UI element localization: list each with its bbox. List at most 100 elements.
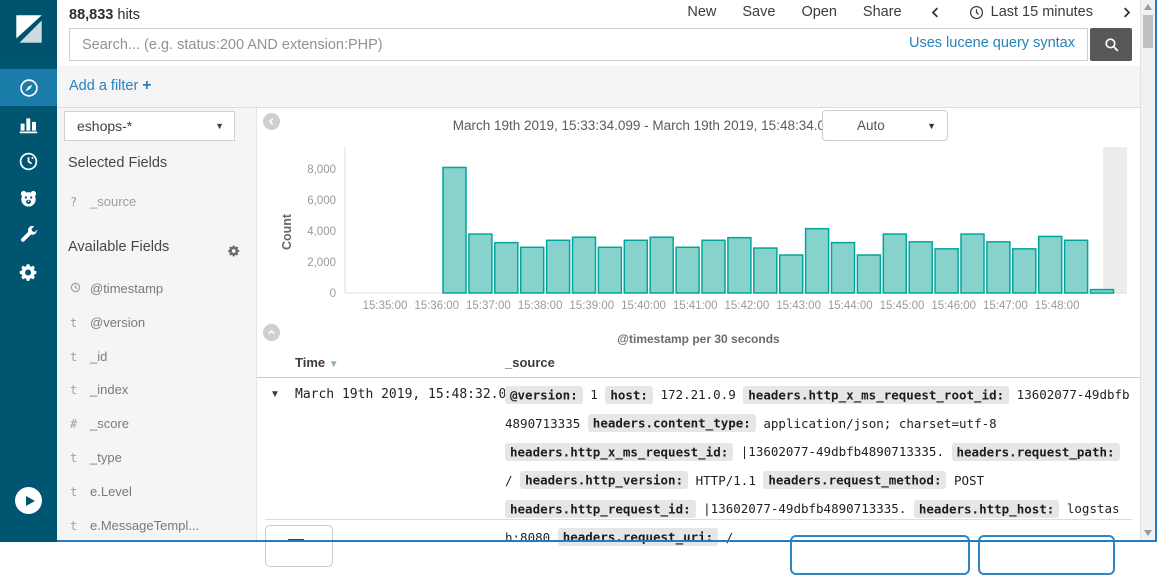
interval-select[interactable]: Auto ▼ <box>822 110 948 141</box>
histogram-bar[interactable] <box>1013 249 1036 293</box>
field-name: e.MessageTempl... <box>90 518 199 533</box>
histogram-bar[interactable] <box>650 237 673 293</box>
time-picker-label: Last 15 minutes <box>991 4 1093 20</box>
collapse-chart-button[interactable] <box>263 324 280 341</box>
histogram-bar[interactable] <box>443 167 466 293</box>
field-item--version[interactable]: t@version <box>57 314 256 338</box>
field-item--timestamp[interactable]: @timestamp <box>57 280 256 304</box>
lucene-syntax-link[interactable]: Uses lucene query syntax <box>909 35 1075 51</box>
menu-link-new[interactable]: New <box>687 4 716 20</box>
nav-expand-play-button[interactable] <box>15 487 42 514</box>
histogram-bar[interactable] <box>547 240 570 293</box>
histogram-bar[interactable] <box>754 248 777 293</box>
x-tick-label: 15:46:00 <box>931 300 976 312</box>
y-tick-label: 2,000 <box>307 257 336 269</box>
menu-link-share[interactable]: Share <box>863 4 902 20</box>
nav-visualize-bar-chart-icon[interactable] <box>0 106 57 143</box>
field-item-e-level[interactable]: te.Level <box>57 483 256 507</box>
add-filter-button[interactable]: Add a filter + <box>69 77 151 95</box>
x-tick-label: 15:40:00 <box>621 300 666 312</box>
y-tick-label: 0 <box>330 288 336 300</box>
histogram-bar[interactable] <box>909 242 932 293</box>
nav-management-gear-icon[interactable] <box>0 254 57 291</box>
time-column-header[interactable]: Time ▼ <box>295 355 339 370</box>
histogram-bar[interactable] <box>832 243 855 293</box>
x-tick-label: 15:37:00 <box>466 300 511 312</box>
field-name: _source <box>90 194 136 209</box>
time-column-label: Time <box>295 355 325 370</box>
source-field-value: 172.21.0.9 <box>653 387 743 402</box>
interval-value: Auto <box>857 118 885 133</box>
partial-bottom-button[interactable] <box>265 525 333 567</box>
chevron-up-icon <box>267 328 276 337</box>
search-row: Uses lucene query syntax <box>69 28 1132 61</box>
available-fields-heading: Available Fields <box>68 239 169 255</box>
scrollbar-up-arrow-icon[interactable] <box>1144 4 1152 10</box>
histogram-bar[interactable] <box>1091 290 1114 293</box>
chevron-down-icon: ▼ <box>215 121 224 131</box>
field-type-badge: # <box>70 417 84 431</box>
field-name: @version <box>90 315 145 330</box>
menu-link-save[interactable]: Save <box>742 4 775 20</box>
scrollbar-thumb[interactable] <box>1143 15 1153 48</box>
histogram-bar[interactable] <box>1065 240 1088 293</box>
kibana-logo[interactable] <box>0 0 57 57</box>
nav-dev-tools-wrench-icon[interactable] <box>0 217 57 254</box>
time-forward-button[interactable] <box>1119 5 1134 20</box>
histogram-bar[interactable] <box>573 237 596 293</box>
selected-fields-heading: Selected Fields <box>68 155 167 171</box>
field-name: _index <box>90 382 128 397</box>
field-item--score[interactable]: # _score <box>57 415 256 439</box>
histogram-bar[interactable] <box>883 234 906 293</box>
search-button[interactable] <box>1090 28 1132 61</box>
source-field-label: headers.request_path: <box>952 443 1120 461</box>
x-tick-label: 15:36:00 <box>414 300 459 312</box>
histogram-bar[interactable] <box>521 247 544 293</box>
nav-plugin-bear-icon[interactable] <box>0 180 57 217</box>
time-picker[interactable]: Last 15 minutes <box>969 4 1093 20</box>
discover-histogram[interactable]: 02,0004,0006,0008,000Count15:35:0015:36:… <box>257 145 1140 323</box>
hits-value: 88,833 <box>69 7 113 23</box>
field-type-badge: t <box>70 383 84 397</box>
histogram-bar[interactable] <box>469 234 492 293</box>
field-item--index[interactable]: t _index <box>57 381 256 405</box>
field-item-e-messagetempl-[interactable]: te.MessageTempl... <box>57 517 256 541</box>
histogram-bar[interactable] <box>987 242 1010 293</box>
search-box: Uses lucene query syntax <box>69 28 1088 61</box>
histogram-bar[interactable] <box>728 238 751 293</box>
histogram-bar[interactable] <box>935 249 958 293</box>
gear-icon <box>227 244 241 258</box>
histogram-bar[interactable] <box>624 240 647 293</box>
histogram-bar[interactable] <box>598 247 621 293</box>
row-expand-caret[interactable]: ▼ <box>270 389 280 400</box>
scrollbar-down-arrow-icon[interactable] <box>1144 530 1152 536</box>
histogram-bar[interactable] <box>806 229 829 293</box>
x-tick-label: 15:39:00 <box>569 300 614 312</box>
histogram-bar[interactable] <box>961 234 984 293</box>
nav-timelion-clock-icon[interactable] <box>0 143 57 180</box>
vertical-scrollbar[interactable] <box>1140 0 1155 540</box>
histogram-bar[interactable] <box>1039 236 1062 293</box>
histogram-bar[interactable] <box>780 255 803 293</box>
histogram-bar[interactable] <box>857 255 880 293</box>
histogram-bar[interactable] <box>702 240 725 293</box>
nav-discover-compass-icon[interactable] <box>0 69 57 106</box>
histogram-bar[interactable] <box>495 243 518 293</box>
menu-link-open[interactable]: Open <box>801 4 836 20</box>
source-field-label: host: <box>605 386 653 404</box>
fields-settings-gear-button[interactable] <box>227 244 241 258</box>
index-pattern-name: eshops-* <box>77 118 132 134</box>
index-pattern-selector[interactable]: eshops-* ▼ <box>64 111 235 141</box>
field-item--type[interactable]: t_type <box>57 449 256 473</box>
source-column-header: _source <box>505 355 555 370</box>
top-menu-links: New Save Open Share <box>687 4 901 20</box>
source-field-label: headers.http_request_id: <box>505 500 696 518</box>
histogram-bar[interactable] <box>676 247 699 293</box>
field-name: _type <box>90 450 122 465</box>
field-item--source[interactable]: ?_source <box>57 193 256 217</box>
chevron-down-icon: ▼ <box>927 121 936 131</box>
field-name: _score <box>90 416 129 431</box>
x-tick-label: 15:41:00 <box>673 300 718 312</box>
time-back-button[interactable] <box>928 5 943 20</box>
field-item--id[interactable]: t_id <box>57 348 256 372</box>
